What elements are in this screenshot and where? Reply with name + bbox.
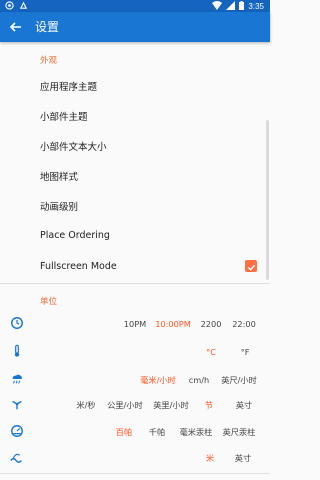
unit-option[interactable]: 英尺汞柱 xyxy=(220,418,258,446)
notification-icon-2 xyxy=(19,1,28,12)
unit-option[interactable]: 米/秒 xyxy=(71,391,101,419)
unit-row-2: 毫米/小时 cm/h 英尺/小时 xyxy=(0,366,270,394)
unit-option[interactable]: 10PM xyxy=(120,310,150,338)
clock-time: 3:35 xyxy=(248,1,264,11)
status-bar: 3:35 xyxy=(0,0,270,12)
app-bar: 设置 xyxy=(0,12,270,42)
back-arrow-icon[interactable] xyxy=(8,19,24,35)
thermometer-icon xyxy=(10,343,26,359)
unit-option[interactable]: 百帕 xyxy=(113,418,135,446)
section-divider xyxy=(0,283,270,284)
pressure-gauge-icon xyxy=(10,423,26,439)
unit-option[interactable]: °F xyxy=(236,338,254,366)
unit-option[interactable]: 10:00PM xyxy=(154,310,192,338)
setting-animation-level[interactable]: 动画级别 xyxy=(40,199,78,213)
rain-icon xyxy=(10,371,26,387)
scrollbar[interactable] xyxy=(266,120,269,280)
unit-option[interactable]: 公里/小时 xyxy=(105,391,145,419)
setting-widget-theme[interactable]: 小部件主题 xyxy=(40,109,88,123)
checkmark-icon xyxy=(247,257,256,276)
unit-option[interactable]: °C xyxy=(202,338,220,366)
unit-option[interactable]: 节 xyxy=(203,391,215,419)
wind-icon xyxy=(10,396,26,412)
settings-list: 外观 应用程序主题 小部件主题 小部件文本大小 地图样式 动画级别 Place … xyxy=(0,42,270,480)
battery-icon xyxy=(239,1,245,12)
unit-option[interactable]: 2200 xyxy=(198,310,224,338)
wave-icon xyxy=(10,449,26,465)
setting-fullscreen-mode[interactable]: Fullscreen Mode xyxy=(40,261,117,272)
unit-row-1: °C °F xyxy=(0,338,270,366)
unit-option[interactable]: 千帕 xyxy=(146,418,168,446)
unit-row-3: 米/秒 公里/小时 英里/小时节英寸 xyxy=(0,391,270,419)
unit-option[interactable]: 英尺/小时 xyxy=(217,366,261,394)
unit-row-4: 百帕 千帕 毫米汞柱 英尺汞柱 xyxy=(0,418,270,446)
fullscreen-mode-checkbox[interactable] xyxy=(245,260,257,272)
unit-option[interactable]: 米 xyxy=(203,444,217,472)
bottom-divider xyxy=(0,473,270,474)
unit-row-5: 米英寸 xyxy=(0,444,270,472)
signal-icon xyxy=(226,1,236,12)
unit-option[interactable]: cm/h xyxy=(186,366,212,394)
unit-option[interactable]: 英寸 xyxy=(231,444,255,472)
unit-option[interactable]: 英寸 xyxy=(231,391,257,419)
unit-option[interactable]: 英里/小时 xyxy=(149,391,193,419)
setting-place-ordering[interactable]: Place Ordering xyxy=(40,230,110,241)
unit-option[interactable]: 22:00 xyxy=(230,310,258,338)
wifi-icon xyxy=(212,1,223,12)
section-header-appearance: 外观 xyxy=(40,56,58,66)
clock-icon xyxy=(10,315,26,331)
unit-row-0: 10PM 10:00PM 2200 22:00 xyxy=(0,310,270,338)
unit-option[interactable]: 毫米汞柱 xyxy=(178,418,214,446)
setting-map-style[interactable]: 地图样式 xyxy=(40,169,78,183)
page-title: 设置 xyxy=(35,20,60,34)
setting-app-theme[interactable]: 应用程序主题 xyxy=(40,79,97,93)
notification-icon-1 xyxy=(5,1,14,12)
unit-option[interactable]: 毫米/小时 xyxy=(137,366,179,394)
setting-widget-text-size[interactable]: 小部件文本大小 xyxy=(40,139,107,153)
section-header-units: 单位 xyxy=(40,297,58,307)
